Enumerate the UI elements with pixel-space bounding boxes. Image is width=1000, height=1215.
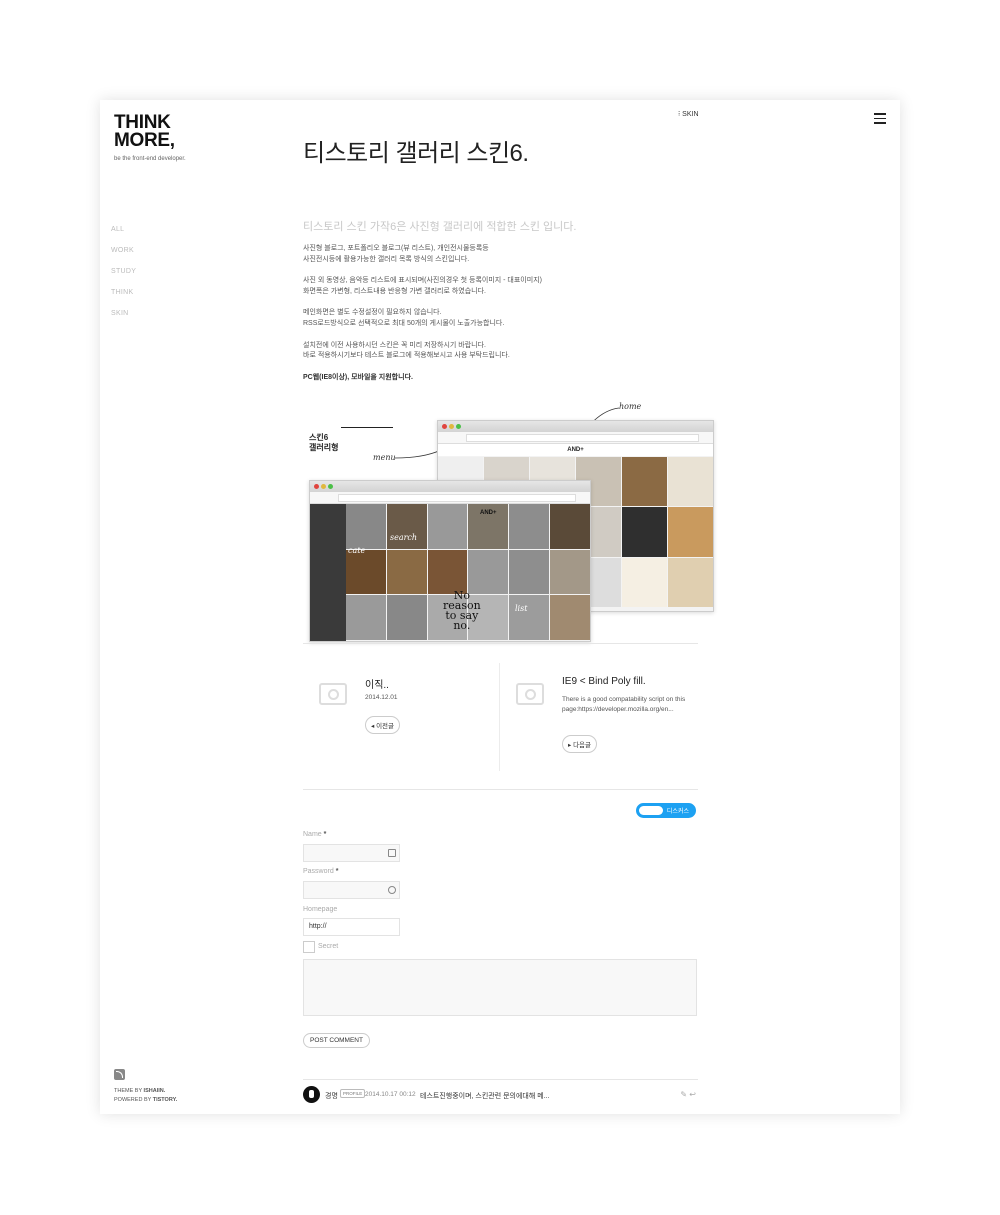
next-post-description: There is a good compatability script on … bbox=[562, 696, 686, 713]
post-body: 사진형 블로그, 포트폴리오 블로그(뷰 리스트), 개인전시물등록등사진전시등… bbox=[303, 244, 542, 394]
paragraph: 사진형 블로그, 포트폴리오 블로그(뷰 리스트), 개인전시물등록등사진전시등… bbox=[303, 244, 542, 265]
avatar[interactable] bbox=[303, 1086, 320, 1103]
side-menu-panel bbox=[310, 504, 346, 641]
rss-icon[interactable] bbox=[114, 1069, 125, 1080]
theme-credit: THEME BY ISHAIIN. bbox=[114, 1087, 177, 1096]
text-line: RSS로드방식으로 선택적으로 최대 50개의 게시물이 노출가능합니다. bbox=[303, 319, 505, 327]
credit-text: THEME BY bbox=[114, 1088, 143, 1094]
tistory-link[interactable]: TISTORY. bbox=[153, 1097, 177, 1103]
prev-post-button[interactable]: ◂ 이전글 bbox=[365, 716, 401, 734]
toggle-label: 디스커스 bbox=[666, 809, 689, 815]
paragraph: 메인화면은 별도 수정설정이 필요하지 않습니다. RSS로드방식으로 선택적으로… bbox=[303, 308, 542, 329]
divider bbox=[303, 1079, 698, 1080]
blog-tagline: be the front-end developer. bbox=[114, 156, 186, 162]
text-line: 메인화면은 별도 수정설정이 필요하지 않습니다. bbox=[303, 309, 442, 317]
camera-icon bbox=[319, 683, 347, 705]
text-line: 화면폭은 가변형, 리스트내용 반응형 가변 갤러리로 하였습니다. bbox=[303, 287, 486, 295]
divider bbox=[303, 643, 698, 644]
theme-author-link[interactable]: ISHAIIN. bbox=[144, 1088, 166, 1094]
hamburger-icon[interactable] bbox=[874, 113, 886, 124]
nav-item-all[interactable]: ALL bbox=[111, 226, 136, 233]
footer-credit: THEME BY ISHAIIN. POWERED BY TISTORY. bbox=[114, 1087, 177, 1105]
browser-mockup-menu-open: AND+ No reason to say no. cate search li… bbox=[309, 480, 591, 642]
text-line: 바로 적용하시기보다 테스트 블로그에 적용해보시고 사용 부탁드립니다. bbox=[303, 352, 510, 360]
prev-post-date: 2014.12.01 bbox=[365, 694, 398, 701]
poster-text: No reason to say no. bbox=[443, 590, 481, 632]
note-list: list bbox=[515, 604, 528, 613]
required-mark: * bbox=[323, 831, 327, 838]
nav-item-study[interactable]: STUDY bbox=[111, 268, 136, 275]
comment-text: 테스트진행중이며, 스킨관련 문의에대해 메... bbox=[420, 1093, 550, 1100]
password-label: Password * bbox=[303, 868, 338, 875]
prev-post-title[interactable]: 이직.. bbox=[365, 676, 389, 691]
id-card-icon bbox=[388, 849, 396, 857]
text-line: 사진전시등에 활용가능한 갤러리 목록 방식의 스킨입니다. bbox=[303, 255, 470, 263]
lock-icon bbox=[388, 886, 396, 894]
note-search: search bbox=[390, 533, 418, 542]
paragraph: PC웹(IE8이상), 모바일을 지원합니다. bbox=[303, 373, 542, 384]
blog-page: THINK MORE, be the front-end developer. … bbox=[100, 100, 900, 1114]
paragraph: 설치전에 이전 사용하시던 스킨은 꼭 미리 저장하시기 바랍니다. 바로 적용하… bbox=[303, 341, 542, 362]
password-input[interactable] bbox=[303, 881, 400, 899]
text-line: 사진형 블로그, 포트폴리오 블로그(뷰 리스트), 개인전시물등록등 bbox=[303, 245, 489, 252]
powered-credit: POWERED BY TISTORY. bbox=[114, 1096, 177, 1105]
next-post-button[interactable]: ▸ 다음글 bbox=[562, 735, 598, 753]
next-post-title[interactable]: IE9 < Bind Poly fill. bbox=[562, 676, 646, 687]
label-text: Name bbox=[303, 831, 322, 838]
paragraph: 사진 외 동영상, 음악등 리스트에 표시되며(사진의경우 첫 등록이미지 - … bbox=[303, 276, 542, 297]
comment-system-toggle[interactable]: 디스커스 bbox=[636, 803, 696, 818]
reply-icon[interactable]: ↩ bbox=[689, 1090, 696, 1099]
site-title: AND+ bbox=[480, 510, 497, 516]
skin-preview-image: 스킨6 갤러리형 home menu AND+ AND+ No reason t… bbox=[303, 400, 715, 642]
text-line: PC웹(IE8이상), 모바일을 지원합니다. bbox=[303, 373, 413, 381]
camera-icon bbox=[516, 683, 544, 705]
nav-item-think[interactable]: THINK bbox=[111, 289, 136, 296]
site-title: AND+ bbox=[438, 444, 713, 456]
comment-author[interactable]: 경명 bbox=[325, 1091, 338, 1101]
toggle-knob bbox=[639, 806, 663, 815]
blog-logo[interactable]: THINK MORE, bbox=[114, 113, 175, 151]
divider bbox=[303, 789, 698, 790]
comment-date: 2014.10.17 00:12 bbox=[365, 1091, 416, 1098]
name-label: Name * bbox=[303, 831, 326, 838]
nav-item-skin[interactable]: SKIN bbox=[111, 310, 136, 317]
profile-badge[interactable]: PROFILE bbox=[340, 1089, 366, 1098]
post-comment-button[interactable]: POST COMMENT bbox=[303, 1033, 370, 1048]
comment-textarea[interactable] bbox=[303, 959, 697, 1016]
required-mark: * bbox=[335, 868, 339, 875]
credit-text: POWERED BY bbox=[114, 1097, 152, 1103]
comment-actions: ✎ ↩ bbox=[680, 1090, 696, 1099]
homepage-label: Homepage bbox=[303, 906, 338, 913]
post-lead: 티스토리 스킨 가작6은 사진형 갤러리에 적합한 스킨 입니다. bbox=[303, 221, 577, 233]
note-category: cate bbox=[348, 546, 366, 555]
logo-line-2: MORE, bbox=[114, 130, 175, 151]
text-line: 설치전에 이전 사용하시던 스킨은 꼭 미리 저장하시기 바랍니다. bbox=[303, 341, 486, 349]
prev-post[interactable]: 이직.. 2014.12.01 ◂ 이전글 bbox=[303, 653, 499, 773]
name-input[interactable] bbox=[303, 844, 400, 862]
secret-checkbox[interactable] bbox=[303, 941, 315, 953]
comment-item: 경명 PROFILE 2014.10.17 00:12 테스트진행중이며, 스킨… bbox=[303, 1085, 698, 1105]
poster-line: no. bbox=[453, 619, 471, 632]
label-text: Password bbox=[303, 868, 334, 875]
secret-label: Secret bbox=[318, 943, 339, 950]
post-title: 티스토리 갤러리 스킨6. bbox=[303, 140, 529, 167]
edit-icon[interactable]: ✎ bbox=[680, 1090, 687, 1099]
text-line: 사진 외 동영상, 음악등 리스트에 표시되며(사진의경우 첫 등록이미지 - … bbox=[303, 277, 542, 285]
nav-item-work[interactable]: WORK bbox=[111, 247, 136, 254]
next-post[interactable]: IE9 < Bind Poly fill. There is a good co… bbox=[500, 653, 698, 773]
homepage-value: http:// bbox=[309, 923, 327, 930]
skin-link[interactable]: ⁝ SKIN bbox=[678, 110, 699, 118]
homepage-input[interactable]: http:// bbox=[303, 918, 400, 936]
category-nav: ALL WORK STUDY THINK SKIN bbox=[111, 226, 136, 331]
